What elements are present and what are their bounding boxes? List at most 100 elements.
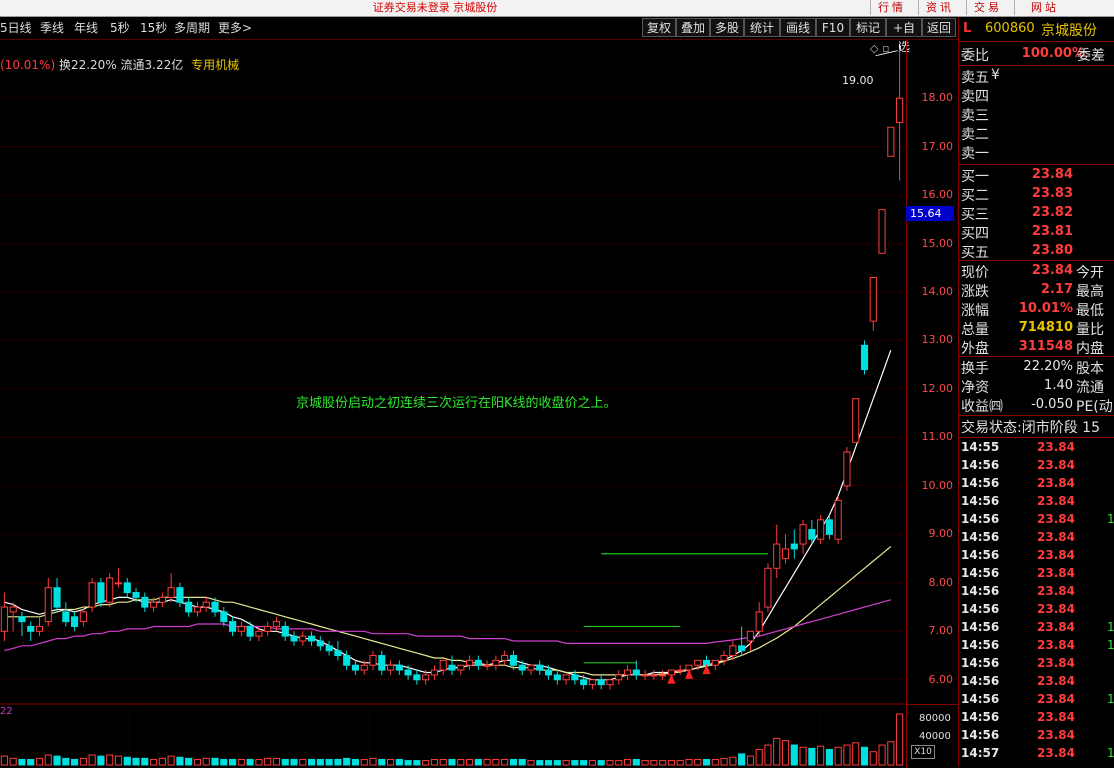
add-watchlist-button[interactable]: +自选 xyxy=(886,18,922,54)
candle-body xyxy=(738,645,746,652)
float-cap: 流通3.22亿 xyxy=(120,58,184,72)
period-year[interactable]: 年线 xyxy=(74,20,98,36)
huaxian-button[interactable]: 画线 xyxy=(780,18,816,37)
diamond-icon[interactable]: ◇ ▫ xyxy=(870,42,889,55)
period-5day[interactable]: 5日线 xyxy=(0,20,32,36)
candle-body xyxy=(457,664,465,671)
candle-body xyxy=(492,659,500,666)
tick-row: 14:56 23.84 1 xyxy=(959,619,1114,637)
period-5sec[interactable]: 5秒 xyxy=(110,20,130,36)
volume-bar xyxy=(588,760,596,766)
volume-bar xyxy=(343,757,351,766)
hangqing-button[interactable]: 行情 xyxy=(870,0,913,15)
tick-time: 14:55 xyxy=(961,440,1000,454)
volume-bar xyxy=(852,742,860,766)
volume-bar xyxy=(290,758,298,766)
price-tick: 18.00 xyxy=(921,91,954,105)
tick-time: 14:57 xyxy=(961,746,1000,760)
volume-bar xyxy=(746,755,754,766)
volume-bar xyxy=(483,758,491,766)
candle-body xyxy=(106,577,114,603)
period-15sec[interactable]: 15秒 xyxy=(140,20,167,36)
volume-bar xyxy=(141,757,149,766)
candle-body xyxy=(299,635,307,642)
biaoji-button[interactable]: 标记 xyxy=(850,18,886,37)
wangzhan-button[interactable]: 网站 xyxy=(1014,0,1075,15)
tick-row: 14:56 23.84 1 xyxy=(959,637,1114,655)
volume-bar xyxy=(0,755,8,766)
volume-bar xyxy=(53,755,61,766)
tick-price: 23.84 xyxy=(1037,458,1075,472)
tick-row: 14:56 23.84 xyxy=(959,493,1114,511)
fund-label-2: 流通 xyxy=(1076,380,1104,396)
tick-time: 14:56 xyxy=(961,710,1000,724)
tick-row: 14:56 23.84 xyxy=(959,673,1114,691)
candle-body xyxy=(834,499,842,540)
back-button[interactable]: 返回 xyxy=(922,18,956,37)
tick-time: 14:56 xyxy=(961,692,1000,706)
stat-row: 涨幅 10.01% 最低 xyxy=(959,300,1114,319)
tick-price: 23.84 xyxy=(1037,728,1075,742)
buy-price: 23.83 xyxy=(1031,186,1073,201)
zixun-button[interactable]: 资讯 xyxy=(918,0,961,15)
volume-bar xyxy=(35,757,44,766)
tick-row: 14:55 23.84 xyxy=(959,439,1114,457)
volume-bar xyxy=(395,758,403,766)
duogu-button[interactable]: 多股 xyxy=(710,18,744,37)
price-tick: 15.00 xyxy=(921,236,954,250)
volume-bar xyxy=(781,740,790,766)
candle-body xyxy=(272,621,281,627)
volume-bar xyxy=(18,758,26,766)
candle-body xyxy=(781,548,790,560)
candle-body xyxy=(35,625,44,632)
diejia-button[interactable]: 叠加 xyxy=(676,18,710,37)
volume-bar xyxy=(834,746,842,766)
volume-bar xyxy=(641,760,649,766)
volume-bar xyxy=(79,757,87,766)
candle-body xyxy=(88,582,96,608)
candle-body xyxy=(413,674,421,681)
volume-bar xyxy=(790,744,798,766)
candle-body xyxy=(141,596,149,608)
fundamental-row: 收益㈣ -0.050 PE(动 xyxy=(959,396,1114,415)
jiaoyi-button[interactable]: 交易 xyxy=(966,0,1009,15)
volume-bar xyxy=(44,754,52,766)
weibi-row: 委比 100.00% 委差 xyxy=(959,45,1114,64)
volume-bar xyxy=(860,746,869,766)
volume-bar xyxy=(229,758,237,766)
tick-time: 14:56 xyxy=(961,638,1000,652)
tick-row: 14:56 23.84 xyxy=(959,475,1114,493)
fund-value: 1.40 xyxy=(1044,378,1073,393)
candle-body xyxy=(755,611,763,632)
candle-body xyxy=(229,621,237,632)
candle-body xyxy=(176,587,184,603)
candle-body xyxy=(185,601,193,613)
candle-body xyxy=(193,606,202,613)
price-axis: 18.00 17.00 16.00 15.00 14.00 13.00 12.00 11.00… xyxy=(906,40,959,704)
fuquan-button[interactable]: 复权 xyxy=(642,18,676,37)
candle-body xyxy=(71,616,79,627)
stat-label-2: 今开 xyxy=(1076,265,1104,281)
tick-row: 14:56 23.84 1 xyxy=(959,691,1114,709)
period-multi[interactable]: 多周期 xyxy=(174,20,210,36)
quote-panel: L 600860 京城股份 委比 100.00% 委差 卖五 ¥ 卖四 卖三 卖二 卖一 … xyxy=(958,17,1114,767)
sell-level-1: 卖一 xyxy=(959,143,1114,162)
tick-time: 14:56 xyxy=(961,602,1000,616)
candle-body xyxy=(615,674,623,681)
f10-button[interactable]: F10 xyxy=(816,18,850,37)
stat-row: 涨跌 2.17 最高 xyxy=(959,281,1114,300)
period-more[interactable]: 更多> xyxy=(218,20,252,36)
volume-bar xyxy=(202,757,210,766)
volume-bar xyxy=(694,758,702,766)
volume-scale[interactable]: X10 xyxy=(911,745,935,759)
period-season[interactable]: 季线 xyxy=(40,20,64,36)
candle-body xyxy=(588,679,596,686)
stat-value: 714810 xyxy=(1018,320,1073,335)
buy-level-5: 买五 23.80 xyxy=(959,242,1114,261)
tongji-button[interactable]: 统计 xyxy=(744,18,780,37)
volume-bar xyxy=(325,758,333,766)
candle-body xyxy=(465,659,474,666)
candle-body xyxy=(536,664,544,671)
sell-label: 卖五 xyxy=(961,70,989,86)
volume-bar xyxy=(351,758,360,766)
